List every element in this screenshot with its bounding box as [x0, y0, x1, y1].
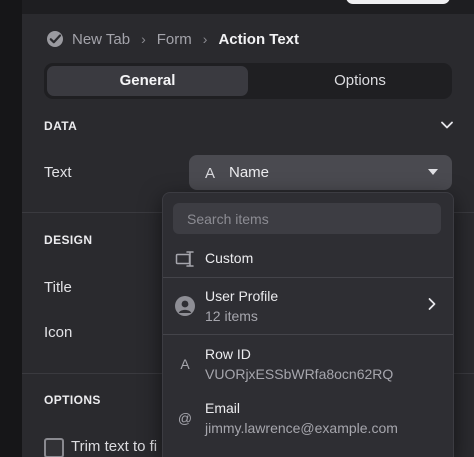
properties-panel: New Tab › Form › Action Text General Opt…: [22, 0, 474, 457]
source-dropdown-menu: Custom User Profile 12 items A Row ID VU…: [162, 192, 454, 457]
tab-bar: General Options: [44, 63, 452, 99]
collapse-chevron-icon[interactable]: [440, 118, 454, 132]
dropdown-item-email[interactable]: @ Email jimmy.lawrence@example.com: [163, 389, 453, 445]
breadcrumb-form[interactable]: Form: [157, 31, 192, 48]
breadcrumb: New Tab › Form › Action Text: [44, 28, 299, 50]
text-type-icon: A: [205, 165, 216, 182]
breadcrumb-current: Action Text: [218, 30, 299, 48]
chevron-right-icon: [428, 298, 436, 310]
at-sign-icon: @: [177, 410, 193, 426]
dropdown-item-title: Row ID: [205, 346, 251, 362]
dropdown-item-subtitle: VUORjxESSbWRfa8ocn62RQ: [205, 366, 394, 382]
section-options-label: OPTIONS: [44, 393, 101, 407]
tab-options[interactable]: Options: [270, 66, 450, 96]
trim-text-label: Trim text to fi: [71, 438, 158, 455]
dropdown-item-subtitle: jimmy.lawrence@example.com: [205, 420, 398, 436]
text-field-label: Text: [44, 164, 72, 181]
dropdown-item-title: Custom: [205, 250, 254, 266]
top-bar: [22, 0, 474, 14]
trim-text-checkbox[interactable]: [44, 438, 64, 457]
dropdown-item-title: User Profile: [205, 288, 279, 304]
top-button[interactable]: [346, 0, 450, 4]
action-check-icon: [44, 28, 66, 50]
left-sidebar-edge: [0, 0, 22, 457]
caret-down-icon: [428, 169, 438, 175]
icon-field-label: Icon: [44, 324, 73, 341]
text-type-icon: A: [180, 356, 190, 372]
select-value: Name: [229, 164, 270, 181]
breadcrumb-separator: ›: [202, 31, 208, 47]
section-data-label: DATA: [44, 119, 78, 133]
custom-field-icon: [175, 249, 195, 269]
user-avatar-icon: [175, 296, 195, 316]
section-design-label: DESIGN: [44, 233, 93, 247]
dropdown-item-user-profile[interactable]: User Profile 12 items: [163, 278, 453, 334]
text-source-select[interactable]: A Name: [189, 155, 452, 190]
search-items-input[interactable]: [173, 203, 441, 234]
breadcrumb-separator: ›: [141, 31, 146, 47]
dropdown-item-title: Email: [205, 400, 241, 416]
dropdown-item-custom[interactable]: Custom: [163, 243, 453, 277]
breadcrumb-new-tab[interactable]: New Tab: [72, 31, 130, 48]
tab-general[interactable]: General: [47, 66, 248, 96]
dropdown-item-row-id[interactable]: A Row ID VUORjxESSbWRfa8ocn62RQ: [163, 335, 453, 387]
title-field-label: Title: [44, 279, 72, 296]
dropdown-item-subtitle: 12 items: [205, 308, 258, 324]
